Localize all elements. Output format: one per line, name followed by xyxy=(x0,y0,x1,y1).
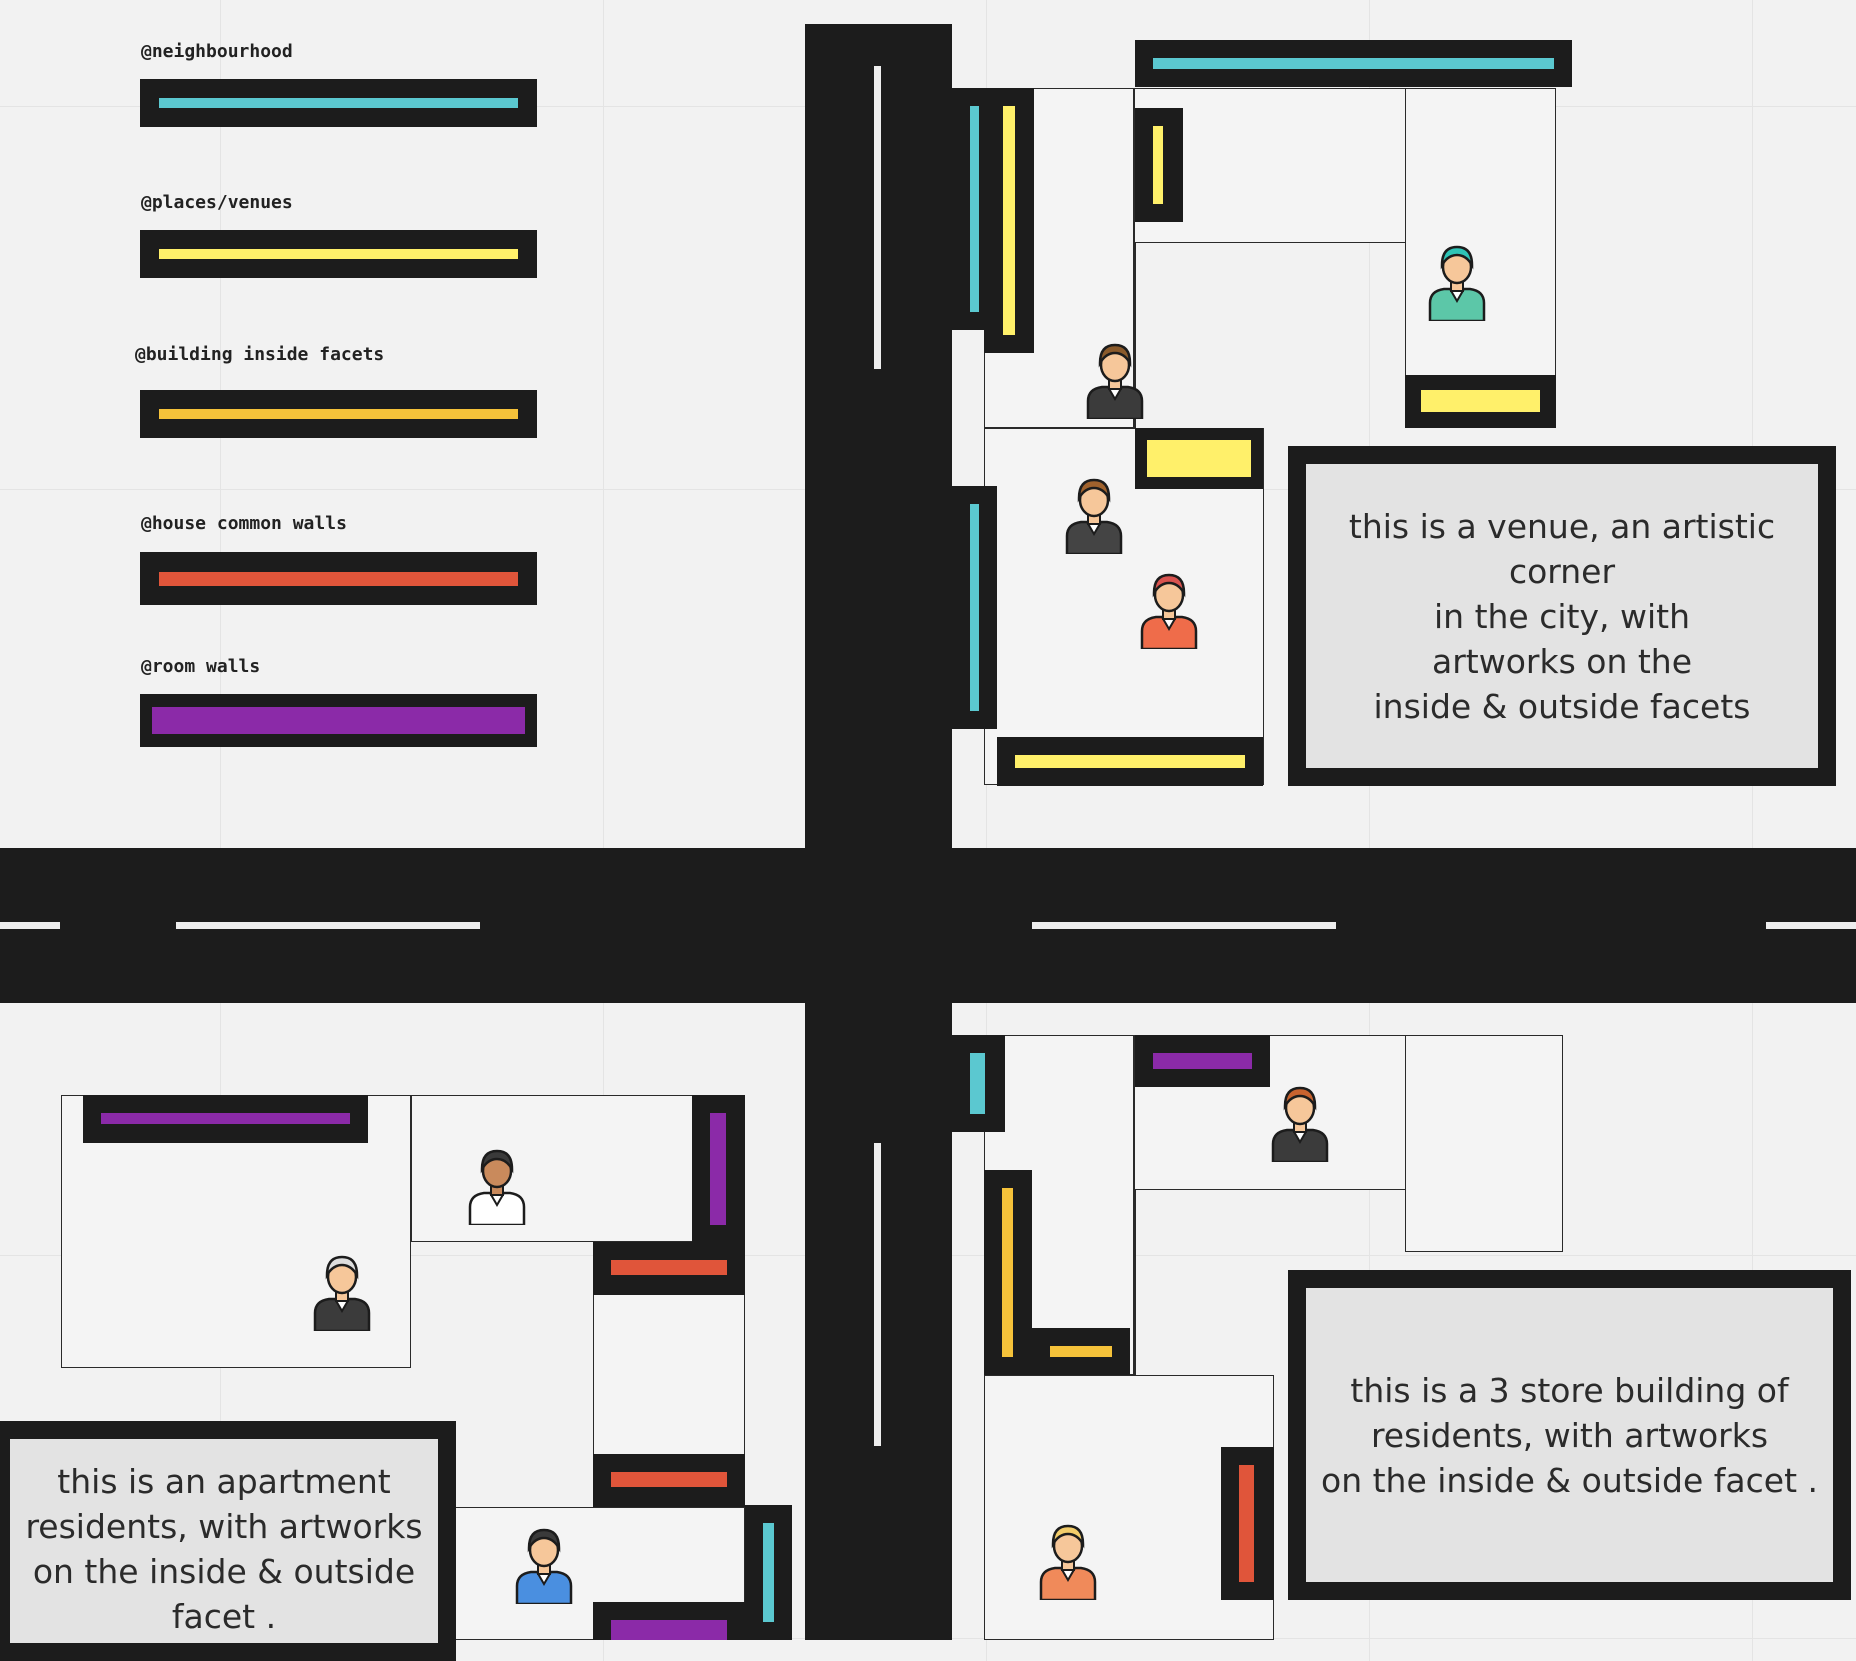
apartment-facet-wall xyxy=(593,1602,745,1640)
legend-label-house-common-walls: @house common walls xyxy=(141,513,347,534)
lane-marking xyxy=(874,1143,881,1446)
apartment-note: this is an apartment residents, with art… xyxy=(0,1421,456,1661)
legend-swatch-house-common-walls xyxy=(140,552,537,605)
building-facet-wall xyxy=(984,1170,1032,1375)
apartment-facet-wall xyxy=(745,1505,792,1640)
redhead-businessman-icon xyxy=(1269,1082,1331,1166)
venue-facet-wall xyxy=(1135,428,1263,489)
building-room xyxy=(1134,1190,1136,1375)
venue-note: this is a venue, an artistic corner in t… xyxy=(1288,446,1836,786)
apartment-facet-wall xyxy=(83,1095,368,1143)
lane-marking xyxy=(1032,922,1336,929)
lane-marking xyxy=(0,922,60,929)
businesswoman-glasses-icon xyxy=(1084,339,1146,423)
building-facet-wall xyxy=(1032,1328,1130,1375)
apartment-facet-wall xyxy=(593,1242,745,1295)
venue-facet-wall xyxy=(1405,375,1556,428)
businesswoman-icon xyxy=(1063,474,1125,558)
venue-facet-wall xyxy=(952,486,997,729)
legend-label-places-venues: @places/venues xyxy=(141,192,293,213)
apartment-facet-wall xyxy=(593,1454,745,1507)
legend-swatch-neighbourhood xyxy=(140,79,537,127)
building-facet-wall xyxy=(952,1035,1005,1132)
venue-facet-wall xyxy=(1135,40,1572,87)
priest-icon xyxy=(311,1251,373,1335)
legend-label-building-inside-facets: @building inside facets xyxy=(135,344,385,365)
legend-swatch-places-venues xyxy=(140,230,537,278)
woman-blue-icon xyxy=(513,1524,575,1608)
venue-facet-wall xyxy=(1135,108,1183,222)
surgeon-icon xyxy=(1426,241,1488,325)
legend-label-neighbourhood: @neighbourhood xyxy=(141,41,293,62)
lane-marking xyxy=(176,922,480,929)
blonde-woman-icon xyxy=(1037,1520,1099,1604)
legend-label-room-walls: @room walls xyxy=(141,656,261,677)
building-facet-wall xyxy=(1135,1035,1270,1087)
lane-marking xyxy=(1766,922,1856,929)
legend-swatch-building-inside-facets xyxy=(140,390,537,438)
racer-icon xyxy=(1138,569,1200,653)
apartment-facet-wall xyxy=(692,1095,745,1243)
bearded-man-icon xyxy=(466,1145,528,1229)
venue-facet-wall xyxy=(984,88,1034,353)
lane-marking xyxy=(874,66,881,369)
venue-facet-wall xyxy=(997,737,1263,786)
building-room xyxy=(1405,1035,1563,1252)
building-note: this is a 3 store building of residents,… xyxy=(1288,1270,1851,1600)
legend-swatch-room-walls xyxy=(140,694,537,747)
building-facet-wall xyxy=(1221,1447,1274,1600)
